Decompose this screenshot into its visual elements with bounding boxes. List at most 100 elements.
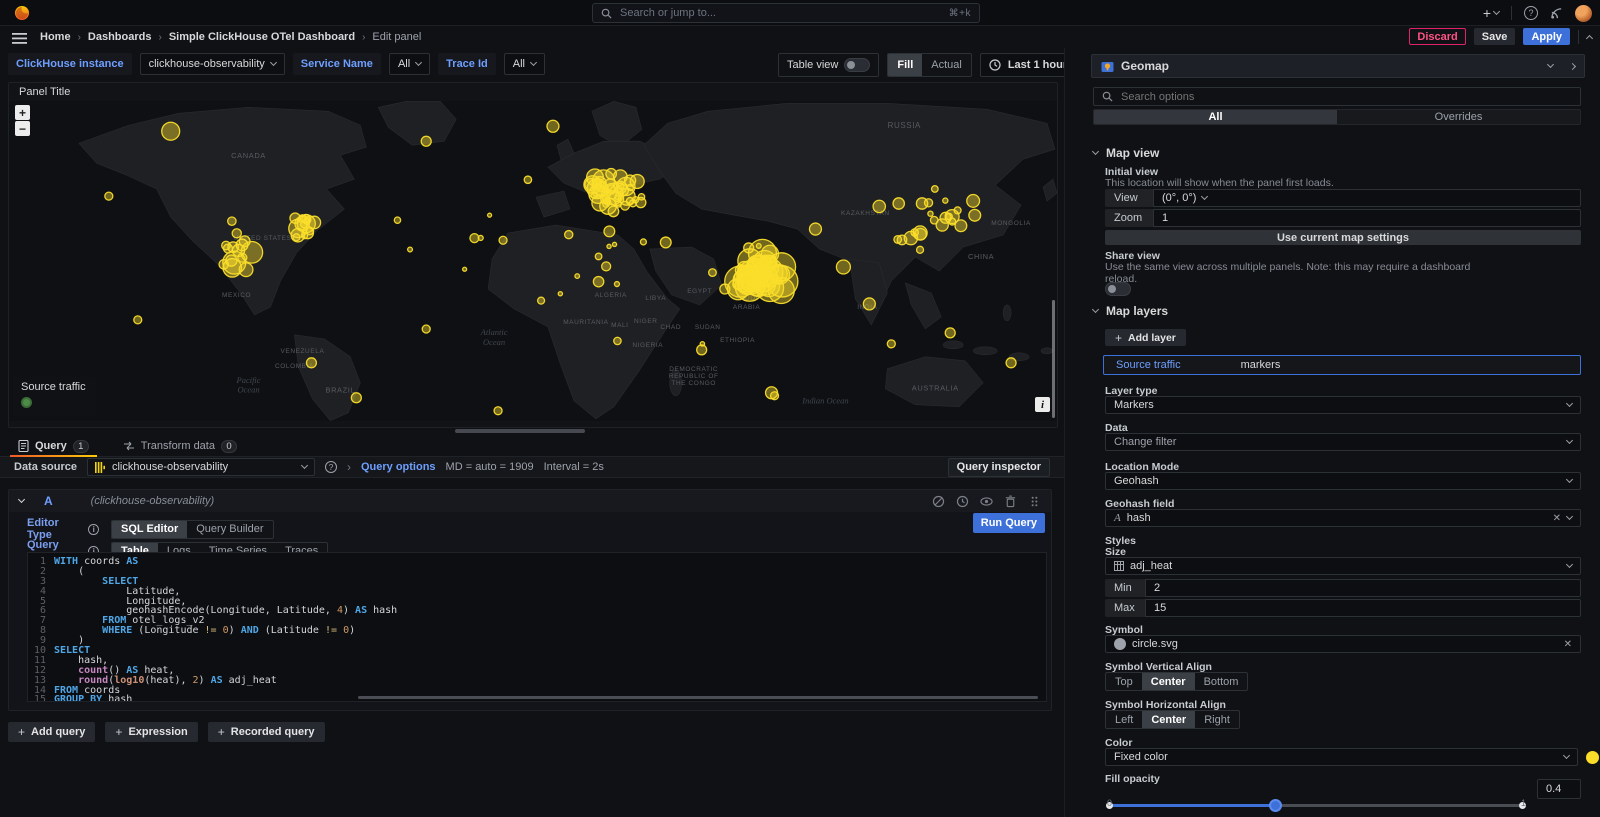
delete-query-icon[interactable] xyxy=(1004,495,1017,508)
button-label: Add query xyxy=(31,726,85,738)
add-button[interactable]: + xyxy=(1483,5,1499,21)
min-input[interactable]: 2 xyxy=(1145,579,1581,597)
variable-value-2[interactable]: All xyxy=(504,53,545,75)
geomap-panel[interactable]: Panel Title xyxy=(8,82,1058,428)
max-row: Max 15 xyxy=(1105,599,1581,617)
add-layer-button[interactable]: +Add layer xyxy=(1105,329,1186,346)
query-inspector-button[interactable]: Query inspector xyxy=(948,458,1050,477)
layer-name[interactable]: Source traffic xyxy=(1116,359,1181,371)
variable-value-0[interactable]: clickhouse-observability xyxy=(140,53,285,75)
breadcrumb-item-1[interactable]: Dashboards xyxy=(88,31,152,43)
panel-title: Panel Title xyxy=(19,86,70,98)
apply-button[interactable]: Apply xyxy=(1523,28,1570,45)
map-zoom-in-button[interactable]: + xyxy=(15,105,30,120)
close-options-icon[interactable] xyxy=(1569,62,1576,69)
discard-button[interactable]: Discard xyxy=(1409,28,1465,45)
save-button[interactable]: Save xyxy=(1474,28,1516,45)
map-attribution-button[interactable]: i xyxy=(1035,397,1050,412)
display-actual[interactable]: Actual xyxy=(922,54,971,76)
share-view-toggle[interactable] xyxy=(1105,282,1131,296)
datasource-picker[interactable]: clickhouse-observability xyxy=(87,458,315,476)
fill-opacity-slider[interactable] xyxy=(1109,798,1523,812)
valign-bottom[interactable]: Bottom xyxy=(1195,673,1248,690)
run-query-button[interactable]: Run Query xyxy=(973,513,1045,533)
clear-icon[interactable]: ✕ xyxy=(1564,639,1572,650)
plus-icon: + xyxy=(218,725,225,739)
halign-left[interactable]: Left xyxy=(1106,711,1142,728)
color-swatch[interactable] xyxy=(1586,751,1599,764)
halign-center[interactable]: Center xyxy=(1142,711,1195,728)
panel-type-header[interactable]: Geomap xyxy=(1091,54,1585,78)
table-view-switch[interactable] xyxy=(844,58,870,72)
global-search[interactable]: ⌘+k xyxy=(592,3,980,23)
info-icon[interactable]: i xyxy=(88,524,99,535)
view-select[interactable]: (0°, 0°) xyxy=(1153,189,1581,207)
layer-type-select[interactable]: Markers xyxy=(1105,396,1581,414)
display-fill[interactable]: Fill xyxy=(888,54,922,76)
drag-handle-icon[interactable] xyxy=(1028,495,1041,508)
section-map-layers[interactable]: Map layers xyxy=(1093,304,1168,318)
hide-response-icon[interactable] xyxy=(980,495,993,508)
collapse-query-icon[interactable] xyxy=(18,496,25,503)
disable-query-icon[interactable] xyxy=(932,495,945,508)
halign-right[interactable]: Right xyxy=(1195,711,1239,728)
section-map-view[interactable]: Map view xyxy=(1093,146,1159,160)
variable-label-1[interactable]: Service Name xyxy=(293,53,381,75)
table-view-toggle[interactable]: Table view xyxy=(778,53,879,77)
collapse-header-icon[interactable] xyxy=(1586,34,1593,41)
tab-transform-data[interactable]: Transform data 0 xyxy=(113,436,247,456)
clock-icon xyxy=(989,59,1001,71)
expression-button[interactable]: +Expression xyxy=(105,722,197,742)
size-field-select[interactable]: adj_heat xyxy=(1105,557,1581,575)
tab-query[interactable]: Query 1 xyxy=(8,436,99,456)
menu-icon[interactable] xyxy=(12,33,27,44)
map-canvas[interactable]: RUSSIACANADAUNITED STATESMEXICOVENEZUELA… xyxy=(9,101,1057,421)
map-zoom-out-button[interactable]: − xyxy=(15,121,30,136)
query-options-chevron[interactable]: › xyxy=(347,460,351,474)
options-tab-overrides[interactable]: Overrides xyxy=(1337,110,1580,124)
slider-handle[interactable] xyxy=(1269,799,1282,812)
query-row-header[interactable]: A (clickhouse-observability) xyxy=(9,490,1051,512)
grafana-logo-icon[interactable] xyxy=(14,5,30,21)
data-select[interactable]: Change filter xyxy=(1105,433,1581,451)
sql-editor[interactable]: 1WITH coords AS2 (3 SELECT4 Latitude,5 L… xyxy=(27,552,1047,702)
recorded-query-button[interactable]: +Recorded query xyxy=(208,722,325,742)
panel-resize-handle[interactable] xyxy=(455,429,585,433)
editor-type-sql-editor[interactable]: SQL Editor xyxy=(112,521,187,538)
sql-editor-hscrollbar[interactable] xyxy=(358,696,1038,699)
user-avatar[interactable] xyxy=(1575,5,1592,22)
breadcrumb-item-2[interactable]: Simple ClickHouse OTel Dashboard xyxy=(169,31,355,43)
layer-item-source-traffic[interactable]: Source traffic markers xyxy=(1103,355,1581,375)
variable-label-0[interactable]: ClickHouse instance xyxy=(8,53,132,75)
global-search-input[interactable] xyxy=(618,6,943,20)
add-query-button[interactable]: +Add query xyxy=(8,722,95,742)
options-search[interactable] xyxy=(1093,87,1581,106)
fill-opacity-value[interactable]: 0.4 xyxy=(1537,779,1581,799)
options-search-input[interactable] xyxy=(1119,90,1572,104)
panel-type-chevron-icon[interactable] xyxy=(1547,61,1554,68)
clear-icon[interactable]: ✕ xyxy=(1553,513,1561,524)
geohash-field-select[interactable]: A hash ✕ xyxy=(1105,509,1581,527)
query-options-toggle[interactable]: Query options xyxy=(361,461,436,473)
color-select[interactable]: Fixed color xyxy=(1105,748,1578,766)
help-icon[interactable]: ? xyxy=(1524,6,1538,20)
max-input[interactable]: 15 xyxy=(1145,599,1581,617)
location-mode-select[interactable]: Geohash xyxy=(1105,472,1581,490)
zoom-input[interactable]: 1 xyxy=(1153,209,1581,227)
main-scrollbar[interactable] xyxy=(1052,300,1055,418)
min-row: Min 2 xyxy=(1105,579,1581,597)
options-tab-all[interactable]: All xyxy=(1094,110,1337,124)
sql-line: 1WITH coords AS xyxy=(28,557,1046,567)
symbol-select[interactable]: circle.svg ✕ xyxy=(1105,635,1581,653)
breadcrumb-item-0[interactable]: Home xyxy=(40,31,71,43)
news-icon[interactable] xyxy=(1550,7,1563,20)
use-current-map-settings-button[interactable]: Use current map settings xyxy=(1105,230,1581,245)
query-history-icon[interactable] xyxy=(956,495,969,508)
datasource-help-icon[interactable]: ? xyxy=(325,461,337,473)
variable-label-2[interactable]: Trace Id xyxy=(438,53,496,75)
world-map[interactable]: RUSSIACANADAUNITED STATESMEXICOVENEZUELA… xyxy=(9,101,1057,421)
valign-center[interactable]: Center xyxy=(1142,673,1195,690)
valign-top[interactable]: Top xyxy=(1106,673,1142,690)
editor-type-query-builder[interactable]: Query Builder xyxy=(187,521,272,538)
variable-value-1[interactable]: All xyxy=(389,53,430,75)
